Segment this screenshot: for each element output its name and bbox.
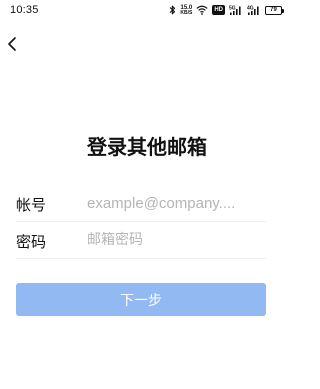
password-input[interactable] xyxy=(87,227,266,253)
next-button[interactable]: 下一步 xyxy=(16,283,266,316)
status-icons: 15.0 KB/S HD 5G 4G 79 xyxy=(169,4,284,16)
chevron-left-icon xyxy=(8,37,16,51)
status-time: 10:35 xyxy=(10,4,39,16)
account-input[interactable] xyxy=(87,190,266,216)
password-row: 密码 xyxy=(16,221,266,259)
battery-icon: 79 xyxy=(265,5,284,15)
signal-4g-icon: 4G xyxy=(247,6,259,15)
network-speed-unit: KB/S xyxy=(180,9,193,16)
page-title: 登录其他邮箱 xyxy=(87,135,207,159)
svg-text:5G: 5G xyxy=(229,6,236,12)
signal-5g-icon: 5G xyxy=(229,6,241,15)
status-bar: 10:35 15.0 KB/S HD 5G 4G 79 xyxy=(0,0,294,20)
account-label: 帐号 xyxy=(16,196,47,214)
svg-text:4G: 4G xyxy=(247,6,254,12)
bluetooth-icon xyxy=(169,5,176,15)
password-label: 密码 xyxy=(16,233,47,251)
wifi-icon xyxy=(196,5,208,15)
account-row: 帐号 xyxy=(16,184,266,222)
hd-badge: HD xyxy=(212,5,225,15)
back-button[interactable] xyxy=(2,32,24,56)
network-speed: 15.0 KB/S xyxy=(180,5,192,16)
